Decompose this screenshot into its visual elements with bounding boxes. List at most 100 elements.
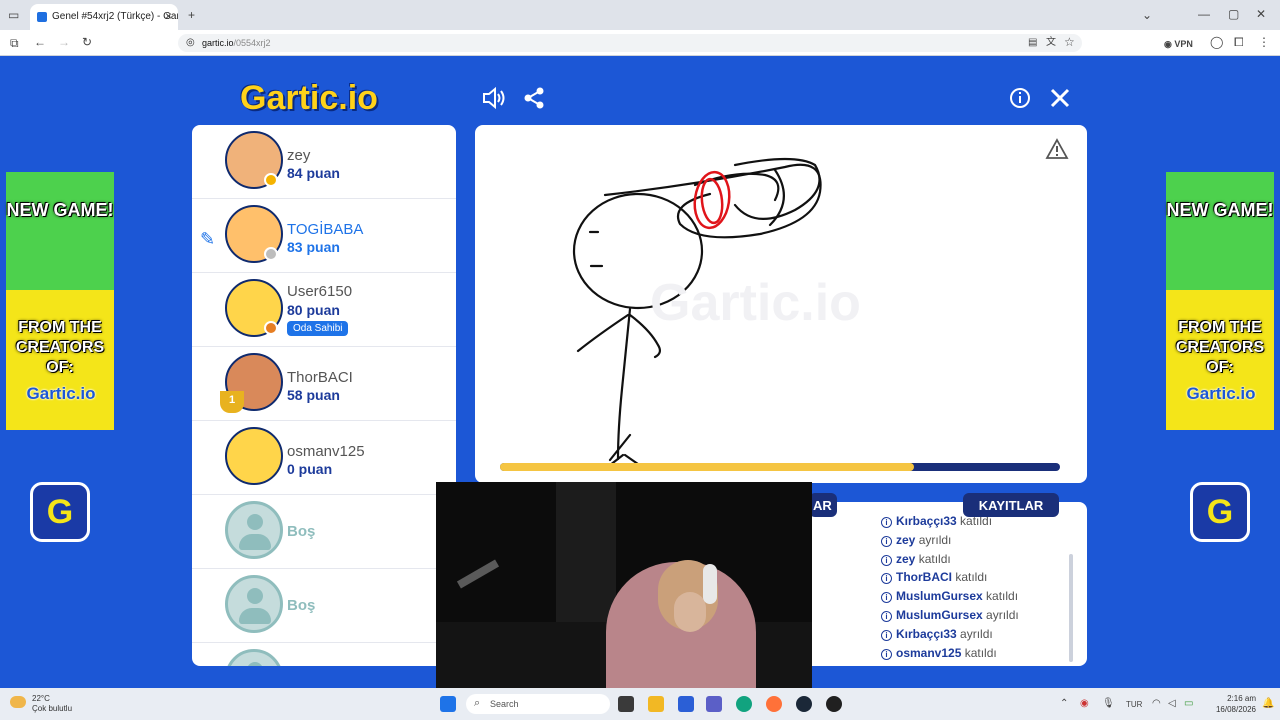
steam-icon[interactable]	[796, 696, 812, 712]
tab-actions-icon[interactable]: ▭	[8, 8, 19, 22]
menu-icon[interactable]: ⋮	[1258, 35, 1270, 49]
player-row[interactable]: zey 84 puan	[192, 125, 456, 199]
log-entry: i zey katıldı	[881, 552, 1061, 571]
reload-icon[interactable]: ↻	[82, 35, 92, 49]
player-avatar	[225, 427, 283, 485]
sidebar-toggle-icon[interactable]: ⧉	[10, 36, 19, 50]
tray-chevron-icon[interactable]: ⌃	[1060, 697, 1068, 711]
microphone-icon[interactable]: 🎙	[1102, 697, 1115, 711]
player-row[interactable]: ✎ TOGİBABA 83 puan	[192, 199, 456, 273]
teams-icon[interactable]	[706, 696, 722, 712]
log-entry: i ThorBACI katıldı	[881, 570, 1061, 589]
sound-icon[interactable]	[480, 85, 506, 111]
player-row[interactable]: osmanv125 0 puan	[192, 421, 456, 495]
info-icon: i	[881, 554, 892, 566]
ad-logo: Gartic.io	[1186, 384, 1256, 403]
ad-new-game-text: NEW GAME!	[6, 200, 114, 220]
obs-icon[interactable]	[826, 696, 842, 712]
weather-text: Çok bulutlu	[32, 704, 73, 713]
empty-slot: Boş	[192, 569, 456, 643]
translate-icon[interactable]: 文	[1046, 36, 1056, 50]
new-tab-icon[interactable]: +	[188, 8, 195, 22]
ad-band-top	[1166, 172, 1274, 290]
url-field[interactable]: ◎ gartic.io/0554xrj2	[178, 34, 1082, 52]
extensions-icon[interactable]: ⧠	[1234, 35, 1244, 49]
address-bar-row: ⧉ ← → ↻ ◎ gartic.io/0554xrj2 ▤ 文 ☆ ◉ VPN…	[0, 30, 1280, 56]
edge-icon[interactable]	[736, 696, 752, 712]
status-dot-icon	[264, 247, 278, 261]
player-list: zey 84 puan ✎ TOGİBABA 83 puan User6150 …	[192, 125, 456, 666]
reader-icon[interactable]: ▤	[1028, 36, 1037, 50]
close-game-icon[interactable]	[1047, 85, 1073, 111]
date: 16/08/2026	[1215, 705, 1256, 714]
info-icon[interactable]	[1007, 85, 1033, 111]
back-icon[interactable]: ←	[34, 35, 46, 49]
records-tab[interactable]: KAYITLAR	[963, 493, 1059, 517]
firefox-icon[interactable]	[766, 696, 782, 712]
store-icon[interactable]	[678, 696, 694, 712]
maximize-icon[interactable]: ▢	[1228, 7, 1239, 21]
ad-creators-text: FROM THE CREATORS OF:	[15, 319, 105, 376]
browser-tab[interactable]: Genel #54xrj2 (Türkçe) - Gartic.io ×	[30, 4, 178, 30]
close-window-icon[interactable]: ✕	[1256, 7, 1266, 21]
minimize-icon[interactable]: —	[1198, 7, 1210, 21]
vpn-label: VPN	[1174, 39, 1193, 49]
start-icon[interactable]	[440, 696, 456, 712]
log-player-name: Kırbaççı33	[896, 514, 957, 528]
ad-band-top	[6, 172, 114, 290]
browser-tab-bar: ▭ Genel #54xrj2 (Türkçe) - Gartic.io × +…	[0, 0, 1280, 30]
right-ad-banner[interactable]: NEW GAME! FROM THE CREATORS OF: Gartic.i…	[1166, 172, 1274, 574]
ad-g-badge: G	[30, 482, 90, 542]
ad-creators-text: FROM THE CREATORS OF:	[1175, 319, 1265, 376]
status-dot-icon	[264, 321, 278, 335]
log-scrollbar[interactable]	[1069, 554, 1073, 662]
player-name: zey	[287, 147, 311, 164]
profile-icon[interactable]: ◯	[1210, 35, 1223, 49]
temperature: 22°C	[32, 694, 50, 703]
info-icon: i	[881, 517, 892, 528]
battery-icon[interactable]: ▭	[1184, 697, 1193, 711]
log-action: katıldı	[986, 589, 1019, 604]
gartic-favicon-icon	[37, 12, 47, 22]
room-owner-badge: Oda Sahibi	[287, 321, 349, 336]
tab-list-chevron-icon[interactable]: ⌄	[1142, 8, 1152, 22]
player-row[interactable]: User6150 80 puan Oda Sahibi	[192, 273, 456, 347]
share-icon[interactable]	[521, 85, 547, 111]
canvas-watermark: Gartic.io	[650, 274, 861, 332]
player-row[interactable]: 1 ThorBACI 58 puan	[192, 347, 456, 421]
vpn-button[interactable]: ◉ VPN	[1164, 37, 1193, 51]
player-name: User6150	[287, 283, 353, 300]
taskbar-search[interactable]: ⌕ Search	[466, 694, 610, 714]
log-action: katıldı	[918, 551, 951, 566]
info-icon: i	[881, 592, 892, 604]
task-view-icon[interactable]	[618, 696, 634, 712]
wifi-icon[interactable]: ◠	[1152, 697, 1161, 711]
log-action: katıldı	[964, 645, 997, 660]
volume-icon[interactable]: ◁	[1168, 697, 1176, 711]
close-tab-icon[interactable]: ×	[165, 9, 172, 23]
taskbar: 22°C Çok bulutlu ⌕ Search ⌃ ◉ 🎙 TUR ◠ ◁ ▭…	[0, 688, 1280, 720]
forward-icon[interactable]: →	[58, 35, 70, 49]
bookmark-star-icon[interactable]: ☆	[1064, 35, 1075, 49]
log-player-name: Kırbaççı33	[896, 626, 957, 641]
url-path: /0554xrj2	[233, 38, 271, 48]
clock[interactable]: 2:16 am 16/08/2026	[1206, 693, 1256, 715]
webcam-overlay	[436, 482, 812, 694]
left-ad-banner[interactable]: NEW GAME! FROM THE CREATORS OF: Gartic.i…	[6, 172, 114, 574]
drawing-canvas[interactable]: Gartic.io	[475, 125, 1087, 483]
player-points: 80 puan	[287, 302, 340, 318]
site-info-icon[interactable]: ◎	[186, 37, 195, 48]
info-icon: i	[881, 629, 892, 641]
file-explorer-icon[interactable]	[648, 696, 664, 712]
language-indicator[interactable]: TUR	[1126, 698, 1142, 712]
tray-app-icon[interactable]: ◉	[1080, 697, 1089, 711]
empty-slot: Boş	[192, 495, 456, 569]
gartic-logo[interactable]: Gartic.io	[240, 79, 378, 118]
log-action: ayrıldı	[918, 532, 952, 547]
log-entry: i MuslumGursex ayrıldı	[881, 608, 1061, 627]
notification-icon[interactable]: 🔔	[1262, 697, 1274, 711]
round-timer-fill	[500, 463, 915, 471]
search-placeholder: Search	[490, 699, 519, 709]
info-icon: i	[881, 648, 892, 660]
answers-tab[interactable]: AR	[809, 493, 837, 517]
